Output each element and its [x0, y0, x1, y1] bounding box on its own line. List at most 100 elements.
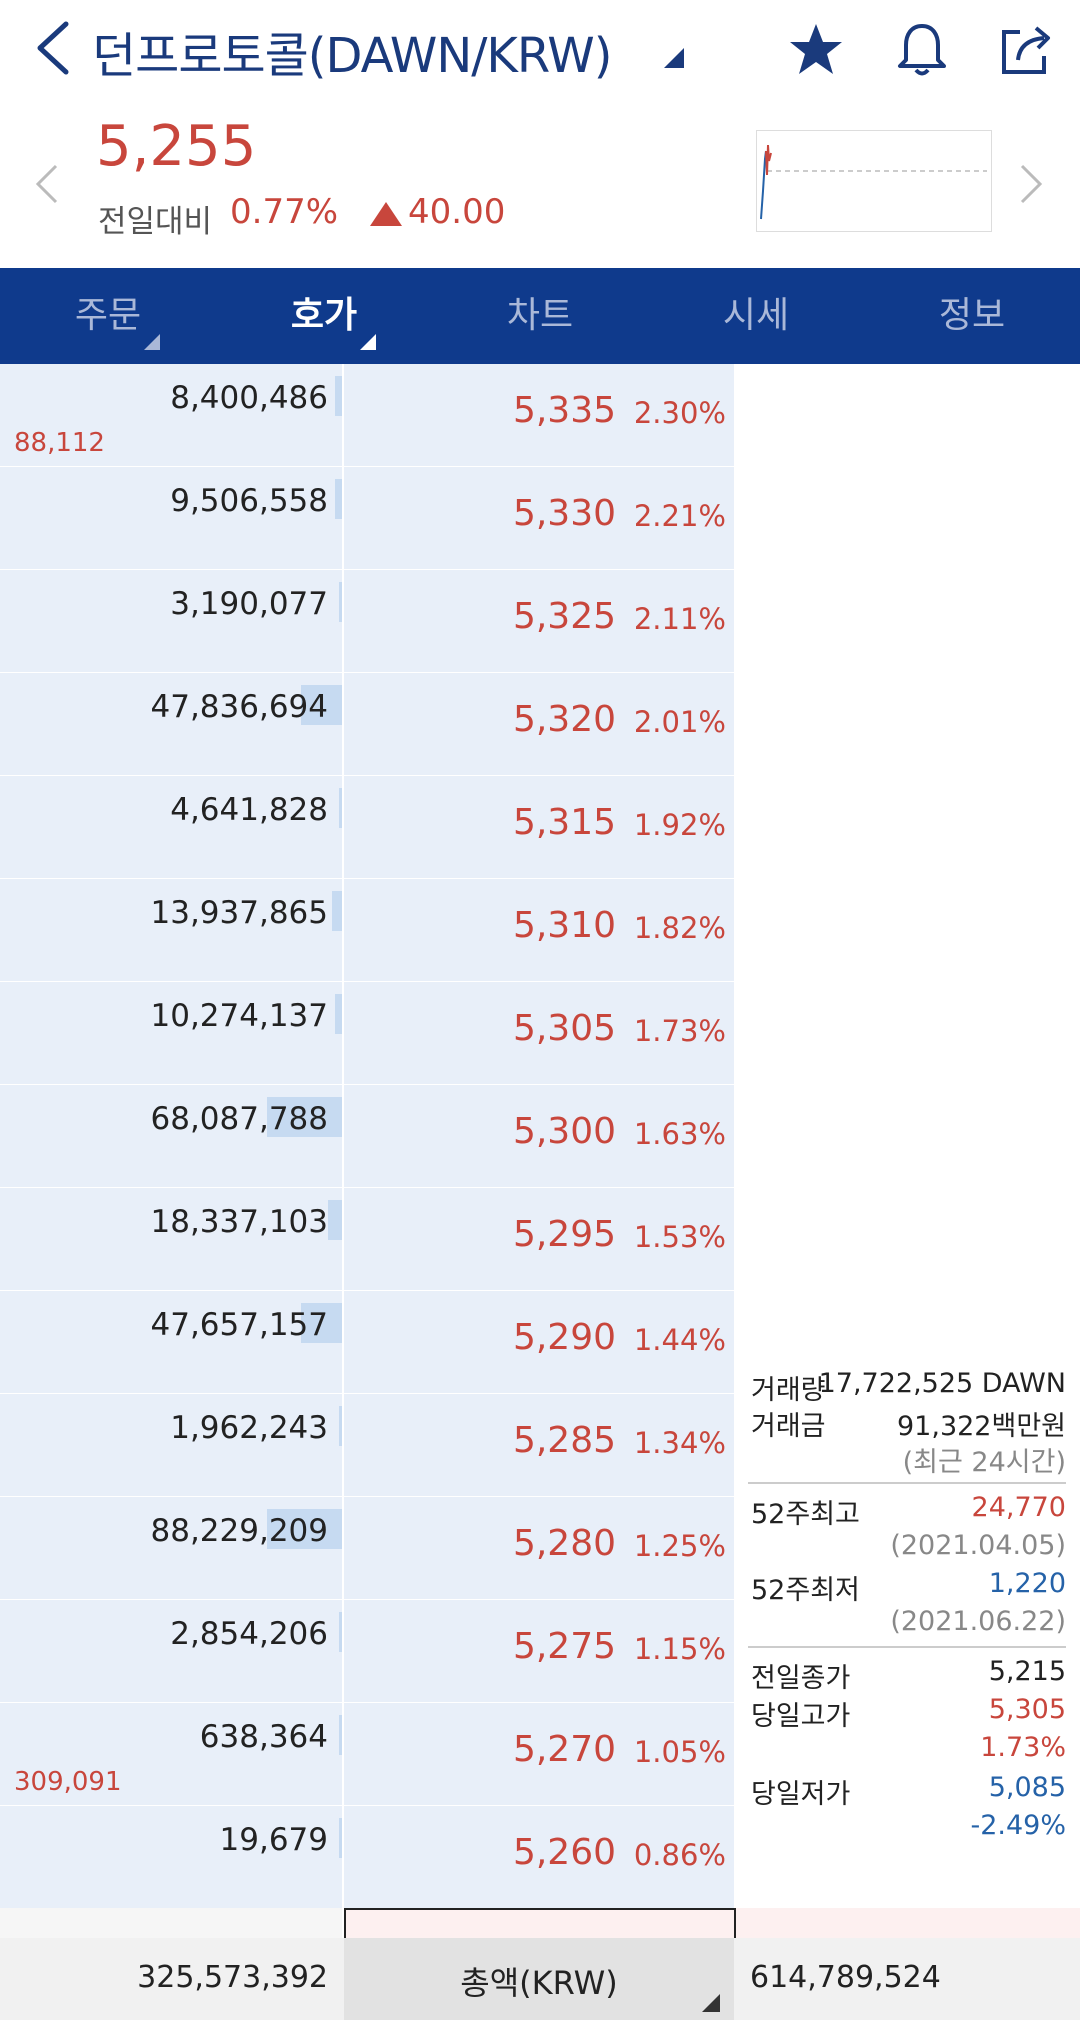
price-cell[interactable]: 5,270 1.05% [344, 1703, 734, 1805]
ask-qty-cell: 18,337,103 [0, 1188, 344, 1290]
total-mode-button[interactable]: 총액(KRW) [344, 1938, 734, 2020]
ask-qty-cell: 8,400,486 88,112 [0, 364, 344, 466]
volume-bar [339, 1612, 342, 1652]
ask-qty: 9,506,558 [170, 483, 328, 519]
ask-price-pct: 2.01% [633, 705, 726, 739]
sell-total-cell: 325,573,392 [0, 1938, 342, 2020]
price-cell[interactable]: 5,310 1.82% [344, 879, 734, 981]
orderbook-row[interactable]: 88,229,209 5,280 1.25% [0, 1497, 735, 1600]
price-cell[interactable]: 5,305 1.73% [344, 982, 734, 1084]
volume-bar [339, 1818, 342, 1858]
mode-dropdown-icon [702, 1994, 720, 2012]
ask-qty-cell: 13,937,865 [0, 879, 344, 981]
tab-orderbook[interactable]: 호가 [216, 268, 432, 364]
back-arrow-icon[interactable] [28, 18, 78, 78]
orderbook-row[interactable]: 10,274,137 5,305 1.73% [0, 982, 735, 1085]
high52-date: (2021.04.05) [890, 1530, 1066, 1561]
orderbook-row[interactable]: 638,364 309,091 5,270 1.05% [0, 1703, 735, 1806]
orderbook-row[interactable]: 2,854,206 5,275 1.15% [0, 1600, 735, 1703]
bell-icon[interactable] [892, 20, 952, 80]
ask-qty-cell: 9,506,558 [0, 467, 344, 569]
orderbook-row[interactable]: 3,190,077 5,325 2.11% [0, 570, 735, 673]
ask-qty: 13,937,865 [150, 895, 329, 931]
ask-price: 5,260 [512, 1832, 616, 1873]
price-cell[interactable]: 5,320 2.01% [344, 673, 734, 775]
market-dropdown-icon[interactable] [664, 48, 684, 68]
ask-price: 5,285 [512, 1420, 616, 1461]
ask-qty-cell: 68,087,788 [0, 1085, 344, 1187]
day-high-value: 5,305 [988, 1694, 1066, 1725]
footer-totals: 325,573,392 총액(KRW) 614,789,524 [0, 1938, 1080, 2020]
ask-price: 5,305 [512, 1008, 616, 1049]
volume-bar [332, 891, 342, 931]
ask-qty-cell: 2,854,206 [0, 1600, 344, 1702]
mini-chart[interactable] [756, 130, 992, 232]
price-cell[interactable]: 5,285 1.34% [344, 1394, 734, 1496]
day-low-value: 5,085 [988, 1772, 1066, 1803]
tab-quotes[interactable]: 시세 [648, 268, 864, 364]
ask-qty: 4,641,828 [170, 792, 328, 828]
tab-order[interactable]: 주문 [0, 268, 216, 364]
ask-price-pct: 2.11% [633, 602, 726, 636]
ask-qty-cell: 19,679 [0, 1806, 344, 1908]
share-icon[interactable] [996, 20, 1056, 80]
orderbook-row[interactable]: 13,937,865 5,310 1.82% [0, 879, 735, 982]
volume-label: 거래량 [751, 1375, 826, 1406]
ask-qty: 638,364 [199, 1719, 328, 1755]
price-cell[interactable]: 5,275 1.15% [344, 1600, 734, 1702]
ask-price-pct: 1.82% [633, 911, 726, 945]
orderbook-row[interactable]: 8,400,486 88,112 5,335 2.30% [0, 364, 735, 467]
change-percent: 0.77% [230, 192, 339, 232]
price-cell[interactable]: 5,315 1.92% [344, 776, 734, 878]
ask-price-pct: 2.30% [633, 396, 726, 430]
buy-total: 614,789,524 [750, 1960, 941, 1995]
next-coin-icon[interactable] [1018, 162, 1044, 206]
day-high-pct: 1.73% [980, 1732, 1066, 1763]
price-cell[interactable]: 5,280 1.25% [344, 1497, 734, 1599]
price-cell[interactable]: 5,300 1.63% [344, 1085, 734, 1187]
page-title[interactable]: 던프로토콜(DAWN/KRW) [92, 16, 612, 86]
ask-qty-cell: 88,229,209 [0, 1497, 344, 1599]
amount-value: 91,322백만원 [897, 1411, 1066, 1442]
ask-price-pct: 1.25% [633, 1529, 726, 1563]
band-center [344, 1908, 736, 1938]
orderbook-row[interactable]: 47,657,157 5,290 1.44% [0, 1291, 735, 1394]
ask-qty: 2,854,206 [170, 1616, 328, 1652]
ask-price: 5,290 [512, 1317, 616, 1358]
orderbook-row[interactable]: 1,962,243 5,285 1.34% [0, 1394, 735, 1497]
volume-value: 17,722,525 DAWN [818, 1368, 1066, 1399]
prev-coin-icon[interactable] [34, 162, 60, 206]
price-cell[interactable]: 5,330 2.21% [344, 467, 734, 569]
ask-qty: 68,087,788 [150, 1101, 329, 1137]
price-cell[interactable]: 5,295 1.53% [344, 1188, 734, 1290]
tab-info[interactable]: 정보 [864, 268, 1080, 364]
orderbook-row[interactable]: 18,337,103 5,295 1.53% [0, 1188, 735, 1291]
ask-qty-cell: 4,641,828 [0, 776, 344, 878]
star-icon[interactable] [786, 20, 846, 80]
top-header: 던프로토콜(DAWN/KRW) [0, 0, 1080, 100]
ask-price: 5,275 [512, 1626, 616, 1667]
low52-date: (2021.06.22) [890, 1606, 1066, 1637]
orderbook-row[interactable]: 47,836,694 5,320 2.01% [0, 673, 735, 776]
change-amount: 40.00 [408, 192, 506, 232]
price-cell[interactable]: 5,325 2.11% [344, 570, 734, 672]
high52-label: 52주최고 [751, 1499, 860, 1530]
price-cell[interactable]: 5,290 1.44% [344, 1291, 734, 1393]
orderbook-row[interactable]: 4,641,828 5,315 1.92% [0, 776, 735, 879]
price-cell[interactable]: 5,335 2.30% [344, 364, 734, 466]
tab-chart[interactable]: 차트 [432, 268, 648, 364]
orderbook-row[interactable]: 68,087,788 5,300 1.63% [0, 1085, 735, 1188]
ask-price: 5,315 [512, 802, 616, 843]
ask-qty: 88,229,209 [150, 1513, 329, 1549]
ask-price: 5,295 [512, 1214, 616, 1255]
tab-order-dropdown-icon [144, 334, 160, 350]
orderbook-row[interactable]: 9,506,558 5,330 2.21% [0, 467, 735, 570]
ask-qty: 10,274,137 [150, 998, 329, 1034]
ask-price: 5,320 [512, 699, 616, 740]
amount-label: 거래금 [751, 1411, 826, 1442]
orderbook-row[interactable]: 19,679 5,260 0.86% [0, 1806, 735, 1909]
total-mode-label: 총액(KRW) [460, 1964, 618, 2002]
price-cell[interactable]: 5,260 0.86% [344, 1806, 734, 1908]
ask-price: 5,335 [512, 390, 616, 431]
ask-qty: 3,190,077 [170, 586, 328, 622]
